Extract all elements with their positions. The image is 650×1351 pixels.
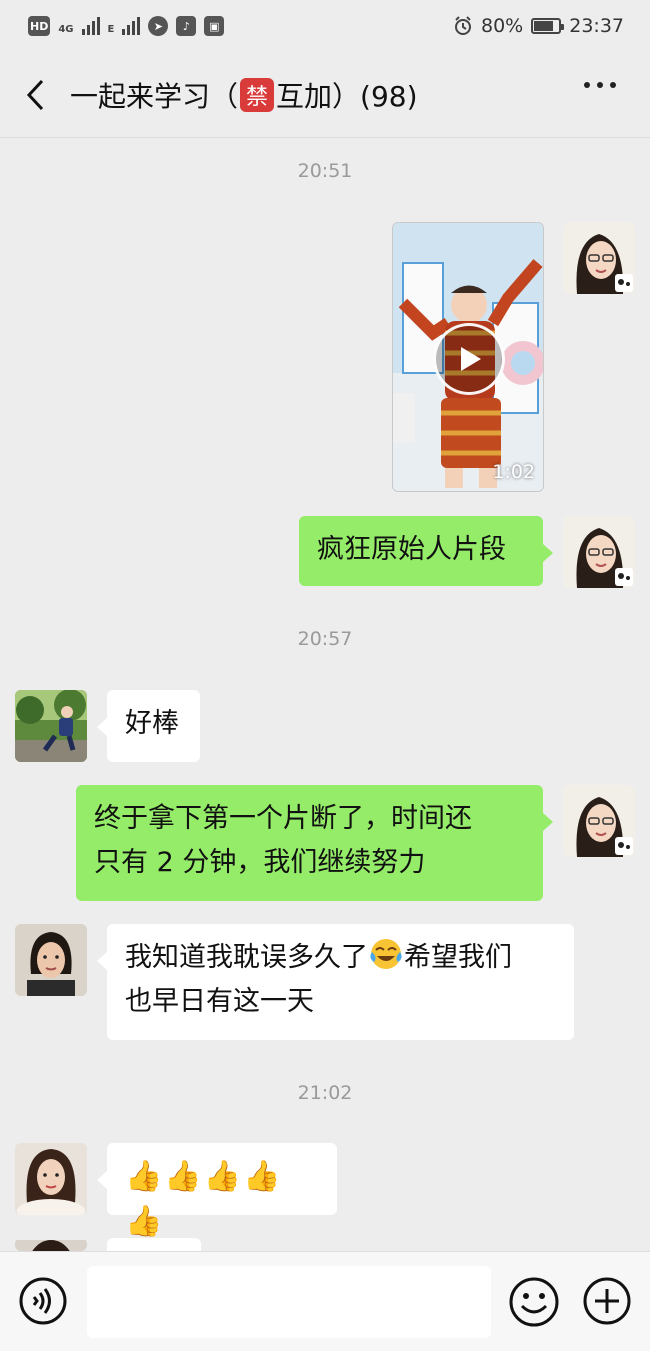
hd-indicator: HD (28, 16, 51, 36)
dot-icon (584, 82, 590, 88)
signal-icon (122, 17, 141, 35)
dot-icon (597, 82, 603, 88)
message-text-line: 终于拿下第一个片断了，时间还 (94, 803, 472, 834)
play-button[interactable] (433, 323, 505, 395)
avatar-image (15, 1143, 87, 1215)
status-right: 80% 23:37 (453, 15, 624, 37)
message-input[interactable] (87, 1266, 491, 1338)
play-icon (461, 347, 481, 371)
message-text-line: 我知道我耽误多久了 希望我们 (125, 936, 556, 980)
avatar-image (15, 1240, 87, 1251)
chat-title-prefix: 一起来学习（ (70, 79, 239, 113)
member-avatar[interactable] (15, 1143, 87, 1215)
avatar-image (563, 785, 635, 857)
message-text: 我知道我耽误多久了 (125, 942, 368, 973)
network-type-4g: 4G (58, 24, 74, 35)
video-message[interactable]: 1:02 (392, 222, 544, 492)
message-text: 希望我们 (404, 942, 512, 973)
battery-percent: 80% (481, 15, 524, 37)
chat-title: 一起来学习（ 禁 互加）(98) (70, 75, 418, 115)
battery-icon (531, 18, 565, 34)
ban-badge: 禁 (240, 77, 275, 112)
avatar-image (563, 222, 635, 294)
app-notification-icon: ➤ (148, 16, 169, 36)
thumbs-up-emoji-row: 👍👍👍👍👍 (125, 1159, 283, 1239)
member-message-bubble[interactable]: 我知道我耽误多久了 希望我们 也早日有这一天 (97, 924, 574, 1040)
chevron-left-icon (26, 79, 44, 110)
timestamp: 20:51 (297, 160, 353, 182)
clock: 23:37 (569, 15, 624, 37)
member-avatar[interactable] (15, 924, 87, 996)
self-message-bubble[interactable]: 终于拿下第一个片断了，时间还 只有 2 分钟，我们继续努力 (76, 785, 553, 901)
member-message-bubble[interactable] (107, 1238, 201, 1251)
message-text: 好棒 (125, 708, 179, 739)
signal-icon (81, 17, 100, 35)
self-avatar[interactable] (563, 222, 635, 294)
chat-title-suffix: 互加）(98) (276, 79, 418, 113)
avatar-image (563, 516, 635, 588)
timestamp: 20:57 (297, 628, 353, 650)
status-bar: HD 4G E ➤ ♪ ▣ 80% 23:37 (0, 0, 650, 52)
avatar-image (15, 924, 87, 996)
voice-input-button[interactable] (18, 1276, 68, 1326)
message-text-line: 只有 2 分钟，我们继续努力 (94, 847, 426, 878)
network-type-e: E (107, 24, 115, 35)
member-message-bubble[interactable]: 好棒 (97, 690, 200, 762)
self-avatar[interactable] (563, 785, 635, 857)
member-avatar[interactable] (15, 1238, 87, 1251)
video-duration: 1:02 (492, 461, 535, 483)
message-text: 疯狂原始人片段 (317, 534, 506, 565)
tiktok-icon: ♪ (176, 16, 197, 36)
back-button[interactable] (0, 52, 70, 138)
crying-laughing-emoji-icon (370, 939, 402, 969)
more-actions-button[interactable] (582, 1276, 632, 1326)
dot-icon (610, 82, 616, 88)
input-bar (0, 1251, 650, 1351)
status-left: HD 4G E ➤ ♪ ▣ (28, 16, 225, 36)
emoji-button[interactable] (508, 1276, 560, 1328)
member-message-bubble[interactable]: 👍👍👍👍👍 (97, 1143, 337, 1239)
avatar-image (15, 690, 87, 762)
timestamp: 21:02 (297, 1082, 353, 1104)
chat-header: 一起来学习（ 禁 互加）(98) (0, 52, 650, 138)
gallery-icon: ▣ (204, 16, 225, 36)
more-options-button[interactable] (584, 82, 616, 88)
member-avatar[interactable] (15, 690, 87, 762)
alarm-icon (455, 16, 471, 35)
message-text-line: 也早日有这一天 (125, 986, 314, 1017)
self-message-bubble[interactable]: 疯狂原始人片段 (299, 516, 553, 586)
self-avatar[interactable] (563, 516, 635, 588)
